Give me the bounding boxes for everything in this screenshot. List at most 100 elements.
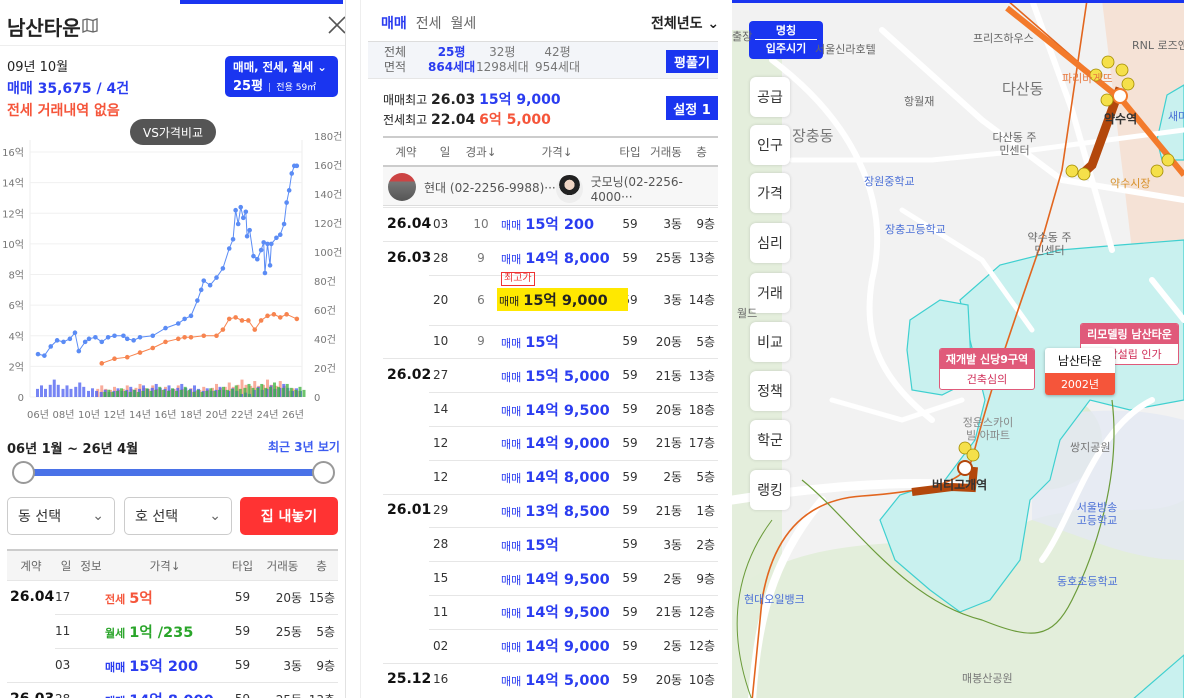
col-elapsed[interactable]: 경과↓	[461, 144, 501, 160]
map-layer-tab[interactable]: 인구	[750, 125, 790, 165]
table-row[interactable]: 11 월세 1억 /235 59 25동 5층	[7, 614, 338, 648]
volume-bar-월세	[226, 389, 229, 397]
data-point-매매	[233, 207, 238, 213]
slider-track	[23, 469, 323, 476]
table-row[interactable]: 26.04 17 전세 5억 59 20동 15층	[7, 580, 338, 614]
school-label[interactable]: 서울방송 고등학교	[1072, 501, 1122, 527]
map-layer-tab[interactable]: 정책	[750, 371, 790, 411]
ho-select-label: 호 선택	[135, 509, 179, 525]
station-label[interactable]: 버티고개역	[932, 476, 987, 493]
place-label[interactable]: 파리바게뜨	[1062, 70, 1113, 86]
volume-bar-매매	[40, 385, 43, 397]
volume-bar-월세	[154, 389, 158, 397]
redevelopment-marker[interactable]: 재개발 신당9구역 건축심의	[939, 348, 1035, 390]
place-label[interactable]: 약수시장	[1110, 175, 1150, 191]
slider-end-handle[interactable]	[312, 461, 335, 484]
map-layer-tab[interactable]: 학군	[750, 420, 790, 460]
table-row[interactable]: 26.01 29 매매 13억 8,500 59 21동 1층	[383, 493, 718, 528]
place-label[interactable]: 새마	[1168, 108, 1184, 124]
date-range-slider[interactable]	[12, 461, 336, 485]
exclusive-area-label: 전용 59㎡	[276, 83, 317, 93]
place-label[interactable]: 월드	[737, 305, 757, 321]
table-row[interactable]: 28 매매 15억 59 3동 2층	[383, 527, 718, 561]
table-row[interactable]: 11 매매 14억 9,500 59 21동 12층	[383, 595, 718, 629]
place-label[interactable]: 프리즈하우스	[973, 30, 1034, 46]
school-label[interactable]: 장원중학교	[864, 173, 915, 189]
area-option-42[interactable]: 42평 954세대	[535, 45, 580, 75]
settings-button[interactable]: 설정 1	[666, 96, 718, 120]
table-row[interactable]: 12 매매 14억 9,000 59 21동 17층	[383, 426, 718, 460]
book-map-icon[interactable]	[82, 18, 98, 37]
building: 20동	[655, 672, 682, 687]
place-label[interactable]: 정운스카이빌 아파트	[958, 416, 1018, 442]
table-row[interactable]: 26.03 28 9 매매 14억 8,000 59 25동 13층	[383, 240, 718, 275]
data-point-매매	[269, 241, 274, 247]
map-layer-tab[interactable]: 비교	[750, 322, 790, 362]
selected-complex-marker[interactable]: 남산타운 2002년	[1045, 348, 1115, 395]
trade-type-button[interactable]: 매매, 전세, 월세 ⌄ 25평 | 전용 59㎡	[225, 56, 338, 97]
place-label[interactable]: RNL 로즈앤라	[1132, 40, 1184, 52]
station-label[interactable]: 약수역	[1104, 110, 1137, 127]
close-icon[interactable]	[327, 15, 345, 39]
map-layer-tab[interactable]: 공급	[750, 77, 790, 117]
volume-bar-월세	[281, 387, 285, 397]
data-point-전세	[150, 345, 156, 351]
col-price[interactable]: 가격↓	[501, 144, 613, 160]
table-row[interactable]: 02 매매 14억 9,000 59 2동 12층	[383, 628, 718, 663]
table-row-highest[interactable]: 20 6 최고가 매매 15억 9,000 59 3동 14층	[383, 272, 718, 325]
floor: 9층	[696, 217, 715, 232]
table-row[interactable]: 12 매매 14억 8,000 59 2동 5층	[383, 459, 718, 494]
park-label[interactable]: 매봉산공원	[962, 670, 1013, 686]
marker-year: 2002년	[1045, 373, 1115, 395]
volume-bar-월세	[273, 382, 276, 397]
place-label[interactable]: 약수동 주민센터	[1027, 231, 1072, 257]
agent-2[interactable]: 굿모닝(02-2256-4000···	[556, 173, 718, 204]
row-divider	[7, 682, 338, 683]
table-row[interactable]: 10 9 매매 15억 59 20동 5층	[383, 324, 718, 359]
place-label[interactable]: 다산동 주민센터	[992, 131, 1037, 157]
label-toggle-button[interactable]: 명칭 입주시기	[749, 21, 823, 59]
table-row[interactable]: 26.04 03 10 매매 15억 200 59 3동 9층	[383, 207, 718, 241]
dong-select[interactable]: 동 선택 ⌄	[7, 497, 115, 535]
park-label[interactable]: 쌍지공원	[1070, 439, 1110, 455]
school-label[interactable]: 장충고등학교	[885, 221, 946, 237]
floor: 5층	[696, 470, 715, 485]
contract-day: 12	[433, 469, 449, 484]
table-row[interactable]: 14 매매 14억 9,500 59 20동 18층	[383, 392, 718, 426]
map-view[interactable]: 명칭 입주시기 공급 인구 가격 심리 거래 비교 정책 학군 랭킹 출장 서울신라호텔 프리즈…	[732, 0, 1184, 698]
agent-1[interactable]: 현대 (02-2256-9988)···	[388, 173, 556, 201]
table-row[interactable]: 03 매매 15억 200 59 3동 9층	[7, 648, 338, 682]
trade-type-label: 매매, 전세, 월세	[233, 60, 314, 74]
year-filter-dropdown[interactable]: 전체년도 ⌄	[651, 13, 719, 33]
contract-day: 17	[55, 590, 71, 604]
area-option-25[interactable]: 25평 864세대	[428, 45, 475, 75]
contract-day: 10	[433, 334, 449, 349]
trade-price: 13억 8,500	[525, 503, 610, 520]
slider-start-handle[interactable]	[12, 461, 35, 484]
tab-jeonse[interactable]: 전세	[416, 13, 442, 33]
building: 20동	[655, 334, 682, 349]
volume-bar-월세	[196, 389, 200, 397]
map-layer-tab[interactable]: 심리	[750, 223, 790, 263]
table-row[interactable]: 26.03 28 매매 14억 8,000 59 25동 13층	[7, 682, 338, 698]
tab-monthly[interactable]: 월세	[451, 13, 477, 33]
expand-pyeong-button[interactable]: 평풀기	[666, 50, 718, 73]
place-label[interactable]: 서울신라호텔	[815, 41, 876, 57]
map-layer-tab[interactable]: 랭킹	[750, 470, 790, 510]
recent-3-years-link[interactable]: 최근 3년 보기	[268, 438, 340, 455]
list-house-button[interactable]: 집 내놓기	[240, 497, 338, 535]
place-label[interactable]: 현대오일뱅크	[744, 591, 805, 607]
col-price[interactable]: 가격↓	[105, 558, 225, 574]
map-layer-tab[interactable]: 가격	[750, 173, 790, 213]
volume-bar-월세	[247, 383, 251, 397]
table-row[interactable]: 25.12 16 매매 14억 5,000 59 20동 10층	[383, 662, 718, 697]
school-label[interactable]: 동호초등학교	[1057, 573, 1118, 589]
marker-title: 재개발 신당9구역	[940, 349, 1034, 369]
table-row[interactable]: 15 매매 14억 9,500 59 2동 9층	[383, 561, 718, 595]
tab-sale[interactable]: 매매	[381, 13, 407, 33]
ho-select[interactable]: 호 선택 ⌄	[124, 497, 232, 535]
data-point-매매	[235, 221, 241, 227]
place-label[interactable]: 항월재	[904, 93, 934, 109]
table-row[interactable]: 26.02 27 매매 15억 5,000 59 21동 13층	[383, 358, 718, 392]
area-option-32[interactable]: 32평 1298세대	[476, 45, 529, 75]
